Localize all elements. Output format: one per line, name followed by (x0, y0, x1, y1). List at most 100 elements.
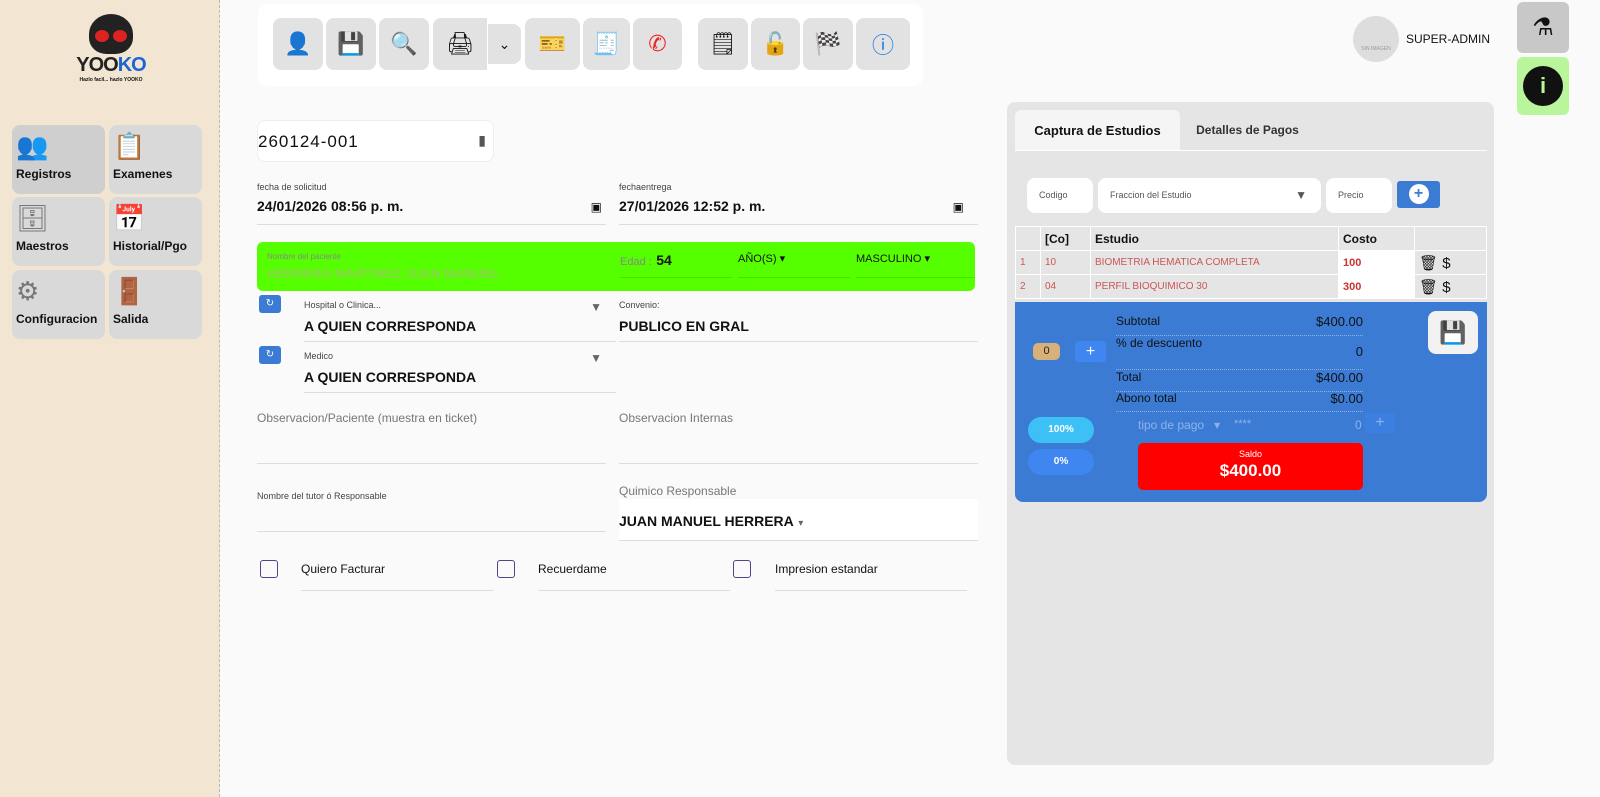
print-button[interactable]: 🖨 (433, 18, 487, 70)
save-button[interactable]: 💾 (326, 18, 376, 70)
precio-input[interactable]: Precio (1326, 178, 1392, 213)
age-unit-select[interactable]: AÑO(S) ▾ (738, 252, 850, 278)
dollar-refresh-icon[interactable]: $ (1442, 279, 1450, 296)
row-cost-input[interactable]: 100 (1338, 250, 1415, 275)
abono-row: Abono total $0.00 (1116, 391, 1363, 412)
add-payment-button[interactable]: + (1365, 413, 1395, 433)
trash-icon[interactable]: 🗑 (1419, 255, 1438, 272)
sidebar-item-historial[interactable]: 📅 Historial/Pgo (109, 197, 202, 266)
logo: YOOKO Hazlo facil... hazlo YOOKO (66, 14, 156, 86)
add-study-button[interactable]: + (1397, 181, 1440, 208)
dollar-refresh-icon[interactable]: $ (1442, 255, 1450, 272)
folio-value: 260124-001 (258, 132, 359, 151)
test-tube-gear-icon: ⚗ (1532, 14, 1554, 41)
pay-0-button[interactable]: 0% (1028, 449, 1094, 475)
note-button[interactable]: 🗒 (698, 18, 748, 70)
field-value: JUAN MANUEL HERRERA (619, 513, 794, 529)
logo-text: YOO (76, 54, 118, 76)
subtotal-label: Subtotal (1116, 314, 1161, 328)
payment-type-select[interactable]: tipo de pago ▾ (1138, 418, 1220, 432)
whatsapp-icon: ✆ (648, 31, 667, 56)
table-row: 2 04 PERFIL BIOQUIMICO 30 300 🗑 $ (1015, 274, 1487, 299)
sidebar-item-label: Configuracion (16, 312, 98, 326)
info-icon: i (1523, 66, 1563, 106)
save-payment-button[interactable]: 💾 (1428, 311, 1478, 354)
sidebar-item-label: Historial/Pgo (113, 239, 188, 253)
sidebar-item-configuracion[interactable]: ⚙ Configuracion (12, 270, 105, 339)
col-header: [Co] (1040, 226, 1091, 251)
sidebar-item-maestros[interactable]: 🗄 Maestros (12, 197, 105, 266)
medico-select[interactable]: Medico A QUIEN CORRESPONDA ▼ (304, 351, 616, 393)
sidebar-item-label: Registros (16, 167, 72, 181)
ticket-icon: 🎫 (538, 31, 567, 56)
obs-paciente-input[interactable]: Observacion/Paciente (muestra en ticket) (257, 411, 606, 464)
lab-settings-button[interactable]: ⚗ (1517, 2, 1569, 53)
recuerdame-label: Recuerdame (538, 562, 730, 591)
receipt-button[interactable]: 🧾 (583, 18, 630, 70)
patient-name-input[interactable]: HERRERA MARTINEZ JUAN MANUEL (267, 266, 500, 281)
fraccion-select[interactable]: Fraccion del Estudio ▼ (1098, 178, 1321, 213)
row-number: 2 (1015, 274, 1041, 299)
recuerdame-checkbox[interactable] (497, 560, 515, 578)
facturar-label: Quiero Facturar (301, 562, 493, 591)
unlock-button[interactable]: 🔓 (751, 18, 800, 70)
fecha-solicitud-field[interactable]: fecha de solicitud 24/01/2026 08:56 p. m.… (257, 182, 606, 225)
avatar[interactable]: SIN IMAGEN (1353, 16, 1399, 62)
tutor-input[interactable]: Nombre del tutor ó Responsable (257, 491, 606, 532)
impresion-checkbox[interactable] (733, 560, 751, 578)
subtotal-value: $400.00 (1316, 314, 1363, 329)
row-code: 10 (1040, 250, 1091, 275)
codigo-input[interactable]: Codigo (1027, 178, 1093, 213)
add-discount-button[interactable]: + (1075, 341, 1106, 362)
patient-button[interactable]: 👤 (273, 18, 323, 70)
age-field[interactable]: Edad : 54 (620, 252, 732, 278)
payment-reference-input[interactable]: **** (1234, 418, 1251, 430)
tab-divider (1015, 150, 1487, 151)
search-button[interactable]: 🔍 (379, 18, 429, 70)
ticket-button[interactable]: 🎫 (525, 18, 580, 70)
user-icon: 👤 (284, 31, 312, 56)
quimico-select[interactable]: JUAN MANUEL HERRERA ▾ (619, 499, 978, 541)
fecha-entrega-field[interactable]: fechaentrega 27/01/2026 12:52 p. m. ▣ (619, 182, 978, 225)
calendar-icon[interactable]: ▣ (953, 200, 964, 214)
sidebar-item-registros[interactable]: 👥 Registros (12, 125, 105, 194)
trash-icon[interactable]: 🗑 (1419, 279, 1438, 296)
plus-icon: + (1375, 414, 1385, 431)
quimico-label: Quimico Responsable (619, 484, 737, 498)
convenio-field[interactable]: Convenio: PUBLICO EN GRAL (619, 300, 978, 342)
row-cost-input[interactable]: 300 (1338, 274, 1415, 299)
medico-refresh-button[interactable]: ↻ (259, 346, 281, 364)
field-value: A QUIEN CORRESPONDA (304, 318, 477, 334)
hospital-select[interactable]: Hospital o Clinica... A QUIEN CORRESPONDA… (304, 300, 616, 342)
field-label: Medico (304, 351, 334, 361)
total-value: $400.00 (1316, 370, 1363, 385)
caret-down-icon: ▼ (590, 351, 602, 365)
row-study: BIOMETRIA HEMATICA COMPLETA (1090, 250, 1339, 275)
age-unit-value: AÑO(S) (738, 253, 777, 265)
facturar-checkbox[interactable] (260, 560, 278, 578)
sex-select[interactable]: MASCULINO ▾ (856, 252, 975, 278)
refresh-icon: ↻ (265, 349, 275, 360)
payment-amount-input[interactable]: 0 (1355, 418, 1362, 432)
obs-internas-input[interactable]: Observacion Internas (619, 411, 978, 464)
unlock-icon: 🔓 (761, 31, 790, 56)
patient-label: Nombre del paciente (267, 252, 341, 261)
row-code: 04 (1040, 274, 1091, 299)
help-button[interactable]: ⓘ (856, 18, 910, 70)
hospital-refresh-button[interactable]: ↻ (259, 295, 281, 313)
age-label: Edad : (620, 256, 652, 268)
folio-field[interactable]: 260124-001 ▮ (257, 120, 494, 162)
pay-100-button[interactable]: 100% (1028, 417, 1094, 443)
whatsapp-button[interactable]: ✆ (633, 18, 682, 70)
caret-down-icon: ▾ (798, 518, 804, 529)
print-options-button[interactable]: ⌄ (488, 24, 521, 64)
flag-icon: 🏁 (814, 31, 842, 56)
flag-button[interactable]: 🏁 (803, 18, 853, 70)
sidebar-item-label: Salida (113, 312, 149, 326)
tab-captura[interactable]: Captura de Estudios (1015, 110, 1180, 151)
sidebar-item-salida[interactable]: 🚪 Salida (109, 270, 202, 339)
sidebar-item-examenes[interactable]: 📋 Examenes (109, 125, 202, 194)
info-button[interactable]: i (1517, 57, 1569, 115)
calendar-icon[interactable]: ▣ (591, 200, 602, 214)
tab-pagos[interactable]: Detalles de Pagos (1180, 110, 1315, 151)
